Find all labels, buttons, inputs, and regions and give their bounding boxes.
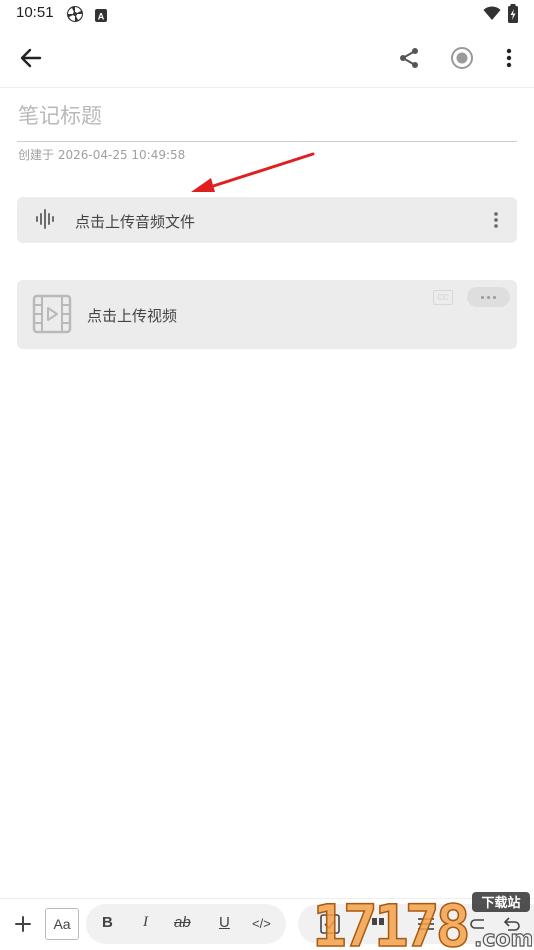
watermark-number: 17178 — [312, 892, 468, 950]
underline-button[interactable]: U — [219, 914, 230, 931]
created-timestamp: 创建于 2026-04-25 10:49:58 — [18, 146, 185, 163]
italic-button[interactable]: I — [143, 914, 148, 931]
more-vertical-icon — [494, 212, 498, 228]
wifi-icon — [483, 6, 501, 25]
bold-button[interactable]: B — [102, 914, 113, 931]
audio-more-button[interactable] — [493, 211, 499, 233]
watermark-logo: 17178 下载站 .com — [311, 891, 532, 950]
dot — [481, 295, 484, 299]
note-title-input[interactable]: 笔记标题 — [18, 100, 102, 130]
status-bar: 10:51 A — [0, 0, 534, 28]
watermark-domain: .com — [474, 927, 532, 950]
annotation-arrow-icon — [191, 152, 315, 192]
title-divider — [17, 141, 517, 142]
upload-video-card[interactable]: 点击上传视频 CC — [17, 280, 517, 349]
back-button[interactable] — [11, 38, 51, 78]
pinwheel-icon — [66, 5, 84, 27]
text-style-button[interactable]: Aa — [45, 908, 79, 940]
more-vertical-icon — [506, 48, 512, 68]
watermark-site: 下载站 — [481, 895, 520, 911]
add-button[interactable] — [10, 911, 36, 937]
code-button[interactable]: </> — [252, 916, 271, 931]
created-time: 2026-04-25 10:49:58 — [57, 148, 186, 162]
share-button[interactable] — [389, 38, 429, 78]
plus-icon — [15, 916, 31, 932]
audio-waveform-icon — [35, 209, 57, 233]
share-icon — [400, 48, 418, 68]
status-time: 10:51 — [16, 4, 54, 21]
battery-charging-icon — [507, 4, 519, 27]
dot — [493, 295, 496, 299]
record-icon — [451, 47, 473, 69]
created-label: 创建于 — [18, 148, 55, 162]
app-bar — [0, 28, 534, 88]
upload-audio-card[interactable]: 点击上传音频文件 — [17, 197, 517, 243]
upload-video-label: 点击上传视频 — [87, 307, 178, 325]
film-play-icon — [32, 294, 72, 338]
a-badge-icon: A — [95, 7, 107, 26]
upload-audio-label: 点击上传音频文件 — [75, 213, 196, 231]
svg-text:A: A — [98, 12, 105, 22]
more-options-button[interactable] — [489, 38, 529, 78]
text-format-group: B I ab U </> — [86, 904, 286, 944]
video-more-button[interactable] — [467, 287, 510, 307]
dot — [487, 295, 490, 299]
captions-cc-icon[interactable]: CC — [433, 290, 453, 305]
arrow-left-icon — [20, 48, 42, 68]
record-button[interactable] — [442, 38, 482, 78]
strikethrough-button[interactable]: ab — [174, 914, 191, 931]
